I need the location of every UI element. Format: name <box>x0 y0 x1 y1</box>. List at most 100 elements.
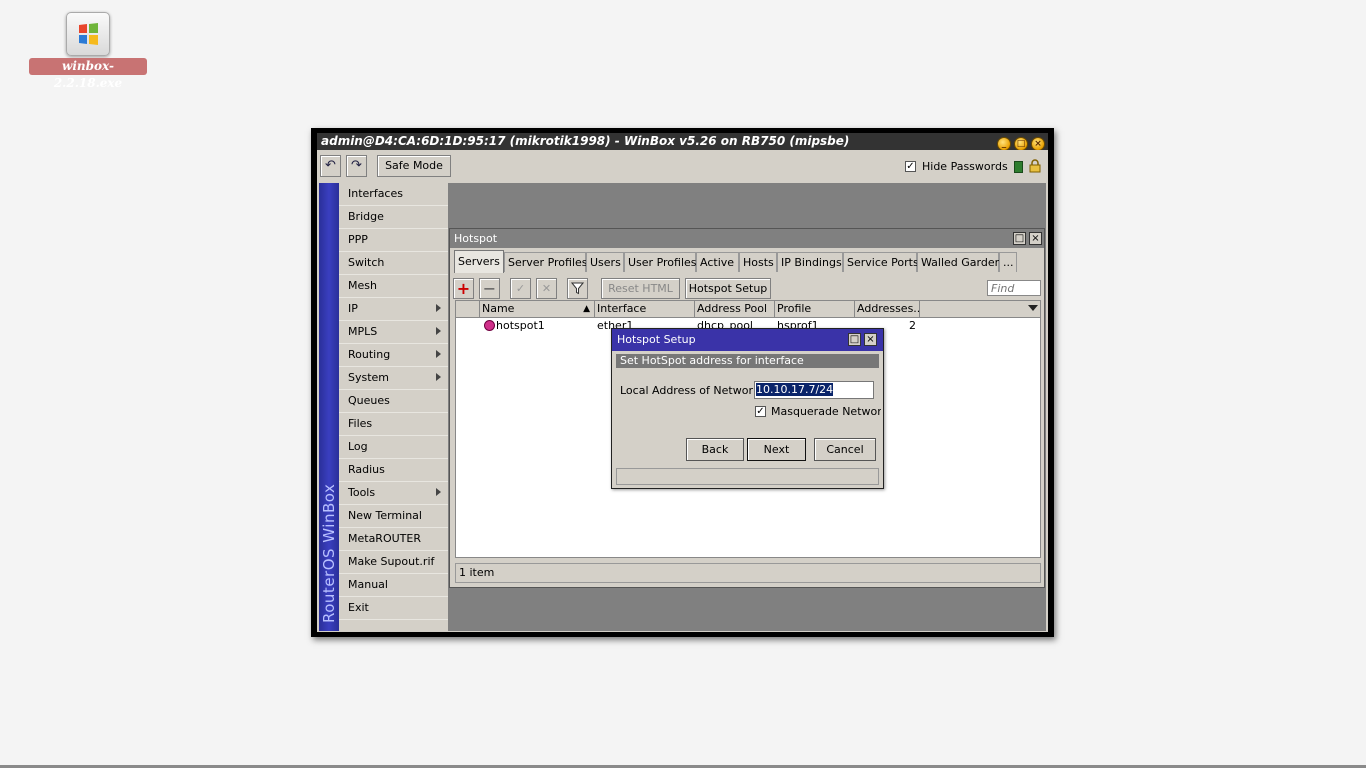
reset-html-button[interactable]: Reset HTML <box>601 278 680 299</box>
sidebar-item-radius[interactable]: Radius <box>339 459 448 482</box>
next-button[interactable]: Next <box>747 438 806 461</box>
column-header-interface[interactable]: Interface <box>595 301 695 317</box>
tab-servers[interactable]: Servers <box>454 250 504 273</box>
sidebar-item-log[interactable]: Log <box>339 436 448 459</box>
sidebar-item-files[interactable]: Files <box>339 413 448 436</box>
cell-name: hotspot1 <box>496 319 545 332</box>
sidebar-item-tools[interactable]: Tools <box>339 482 448 505</box>
dialog-title: Hotspot Setup <box>612 329 883 351</box>
sidebar-item-interfaces[interactable]: Interfaces <box>339 183 448 206</box>
sidebar-item-switch[interactable]: Switch <box>339 252 448 275</box>
desktop-icon-label[interactable]: winbox-2.2.18.exe <box>29 58 147 90</box>
redo-icon[interactable]: ↷ <box>346 155 367 177</box>
sidebar-item-ip[interactable]: IP <box>339 298 448 321</box>
submenu-arrow-icon <box>436 327 441 335</box>
sidebar-item-label: Routing <box>348 348 391 361</box>
lock-icon <box>1029 159 1041 173</box>
sidebar-item-label: Exit <box>348 601 369 614</box>
sidebar-item-label: Queues <box>348 394 390 407</box>
sidebar-item-label: IP <box>348 302 358 315</box>
sidebar-item-new-terminal[interactable]: New Terminal <box>339 505 448 528</box>
hotspot-setup-button[interactable]: Hotspot Setup <box>685 278 771 299</box>
connection-status-icon <box>1014 161 1023 173</box>
sidebar-item-label: Mesh <box>348 279 377 292</box>
column-header-profile[interactable]: Profile <box>775 301 855 317</box>
tab-ip-bindings[interactable]: IP Bindings <box>777 252 843 272</box>
disable-icon[interactable]: ✕ <box>536 278 557 299</box>
back-button[interactable]: Back <box>686 438 744 461</box>
sidebar-item-ppp[interactable]: PPP <box>339 229 448 252</box>
tab-more[interactable]: ... <box>999 252 1017 272</box>
column-header-addresses[interactable]: Addresses.. <box>855 301 920 317</box>
hide-passwords-checkbox[interactable]: ✓ <box>905 161 916 172</box>
sidebar-item-mpls[interactable]: MPLS <box>339 321 448 344</box>
table-header: Name ▲ Interface Address Pool Profile Ad… <box>456 301 1040 318</box>
column-header-address-pool[interactable]: Address Pool <box>695 301 775 317</box>
sidebar-item-label: System <box>348 371 390 384</box>
find-input[interactable] <box>987 280 1041 296</box>
close-icon[interactable]: × <box>1031 137 1045 151</box>
sort-arrow-icon: ▲ <box>583 304 590 314</box>
sidebar-item-label: Files <box>348 417 373 430</box>
sidebar-item-label: Manual <box>348 578 388 591</box>
sidebar-item-bridge[interactable]: Bridge <box>339 206 448 229</box>
sidebar-item-manual[interactable]: Manual <box>339 574 448 597</box>
status-bar: 1 item <box>455 563 1041 583</box>
sidebar-item-label: PPP <box>348 233 368 246</box>
sidebar-item-label: Switch <box>348 256 385 269</box>
winbox-exe-icon[interactable] <box>66 12 110 56</box>
column-dropdown-icon[interactable] <box>1028 305 1038 311</box>
sidebar-item-queues[interactable]: Queues <box>339 390 448 413</box>
hide-passwords-label: Hide Passwords <box>922 160 1008 173</box>
maximize-icon[interactable]: □ <box>848 333 861 346</box>
submenu-arrow-icon <box>436 350 441 358</box>
sidebar-item-label: Tools <box>348 486 376 499</box>
submenu-arrow-icon <box>436 304 441 312</box>
tab-service-ports[interactable]: Service Ports <box>843 252 919 272</box>
maximize-icon[interactable]: □ <box>1014 137 1028 151</box>
sidebar-item-label: Radius <box>348 463 385 476</box>
maximize-icon[interactable]: □ <box>1013 232 1026 245</box>
tab-user-profiles[interactable]: User Profiles <box>624 252 697 272</box>
sidebar-item-label: Make Supout.rif <box>348 555 435 568</box>
sidebar-item-label: Bridge <box>348 210 384 223</box>
filter-icon[interactable] <box>567 278 588 299</box>
tab-walled-garden[interactable]: Walled Garden <box>917 252 1002 272</box>
column-header-marker <box>456 301 480 317</box>
undo-icon[interactable]: ↶ <box>320 155 341 177</box>
add-icon[interactable]: + <box>453 278 474 299</box>
masquerade-checkbox[interactable]: ✓ <box>755 406 766 417</box>
sidebar-item-make-supout-rif[interactable]: Make Supout.rif <box>339 551 448 574</box>
tab-hosts[interactable]: Hosts <box>739 252 777 272</box>
close-icon[interactable]: × <box>1029 232 1042 245</box>
tab-active[interactable]: Active <box>696 252 739 272</box>
submenu-arrow-icon <box>436 373 441 381</box>
sidebar-item-label: New Terminal <box>348 509 422 522</box>
tab-server-profiles[interactable]: Server Profiles <box>504 252 588 272</box>
sidebar-item-system[interactable]: System <box>339 367 448 390</box>
local-address-label: Local Address of Network: <box>620 384 764 397</box>
sidebar-item-exit[interactable]: Exit <box>339 597 448 620</box>
cancel-button[interactable]: Cancel <box>814 438 876 461</box>
close-icon[interactable]: × <box>864 333 877 346</box>
column-header-name[interactable]: Name ▲ <box>480 301 595 317</box>
sidebar-item-metarouter[interactable]: MetaROUTER <box>339 528 448 551</box>
dialog-banner: Set HotSpot address for interface <box>616 354 879 368</box>
safe-mode-button[interactable]: Safe Mode <box>377 155 451 177</box>
sidebar-menu: Interfaces Bridge PPP Switch Mesh IP MPLS Routi… <box>339 183 448 631</box>
sidebar-item-label: Interfaces <box>348 187 403 200</box>
sidebar-item-mesh[interactable]: Mesh <box>339 275 448 298</box>
sidebar-brand: RouterOS WinBox <box>320 483 338 623</box>
tab-users[interactable]: Users <box>586 252 624 272</box>
local-address-input[interactable]: 10.10.17.7/24 <box>754 381 874 399</box>
hotspot-title: Hotspot <box>450 229 1044 248</box>
sidebar-item-label: Log <box>348 440 368 453</box>
remove-icon[interactable]: − <box>479 278 500 299</box>
sidebar-item-routing[interactable]: Routing <box>339 344 448 367</box>
masquerade-label: Masquerade Network <box>771 405 881 418</box>
hotspot-setup-dialog: Hotspot Setup □ × Set HotSpot address fo… <box>611 328 884 489</box>
dialog-status-bar <box>616 468 879 485</box>
enable-icon[interactable]: ✓ <box>510 278 531 299</box>
minimize-icon[interactable]: _ <box>997 137 1011 151</box>
sidebar-item-label: MPLS <box>348 325 378 338</box>
